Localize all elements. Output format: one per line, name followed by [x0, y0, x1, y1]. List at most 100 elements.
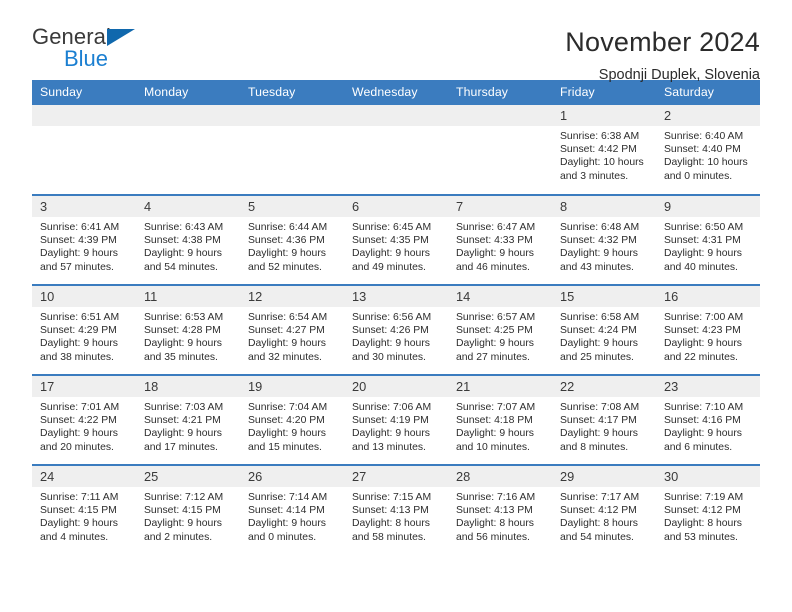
day-number: 3 — [32, 196, 136, 217]
sunset-text: Sunset: 4:26 PM — [352, 325, 429, 337]
day-sun-info: Sunrise: 7:07 AM Sunset: 4:18 PM Daylight:… — [448, 397, 552, 454]
day-number: 30 — [656, 466, 760, 487]
calendar-day-cell[interactable]: 17 Sunrise: 7:01 AM Sunset: 4:22 PM Dayligh… — [32, 374, 136, 465]
day-number: 29 — [552, 466, 656, 487]
calendar-day-cell[interactable]: 9 Sunrise: 6:50 AM Sunset: 4:31 PM Daylight… — [656, 194, 760, 285]
sunset-text: Sunset: 4:32 PM — [560, 235, 637, 247]
daylight-text: Daylight: 9 hours and 49 minutes. — [352, 248, 430, 273]
sunrise-text: Sunrise: 6:56 AM — [352, 312, 432, 323]
calendar-day-cell[interactable]: 22 Sunrise: 7:08 AM Sunset: 4:17 PM Dayligh… — [552, 374, 656, 465]
day-sun-info: Sunrise: 7:08 AM Sunset: 4:17 PM Daylight:… — [552, 397, 656, 454]
daylight-text: Daylight: 8 hours and 58 minutes. — [352, 518, 430, 543]
sunset-text: Sunset: 4:42 PM — [560, 144, 637, 156]
day-number — [448, 105, 552, 126]
day-number: 23 — [656, 376, 760, 397]
sunset-text: Sunset: 4:16 PM — [664, 415, 741, 427]
calendar-day-cell[interactable]: 7 Sunrise: 6:47 AM Sunset: 4:33 PM Daylight… — [448, 194, 552, 285]
day-sun-info: Sunrise: 7:17 AM Sunset: 4:12 PM Daylight:… — [552, 487, 656, 544]
day-sun-info: Sunrise: 7:12 AM Sunset: 4:15 PM Daylight:… — [136, 487, 240, 544]
weekday-header-monday: Monday — [136, 80, 240, 105]
day-number: 10 — [32, 286, 136, 307]
day-number: 22 — [552, 376, 656, 397]
sunrise-text: Sunrise: 6:43 AM — [144, 222, 224, 233]
daylight-text: Daylight: 10 hours and 3 minutes. — [560, 157, 644, 182]
calendar-day-cell-empty — [32, 105, 136, 195]
day-sun-info: Sunrise: 7:10 AM Sunset: 4:16 PM Daylight:… — [656, 397, 760, 454]
sunset-text: Sunset: 4:25 PM — [456, 325, 533, 337]
sunset-text: Sunset: 4:31 PM — [664, 235, 741, 247]
daylight-text: Daylight: 9 hours and 0 minutes. — [248, 518, 326, 543]
daylight-text: Daylight: 9 hours and 46 minutes. — [456, 248, 534, 273]
calendar-day-cell[interactable]: 11 Sunrise: 6:53 AM Sunset: 4:28 PM Dayligh… — [136, 284, 240, 375]
calendar-day-cell[interactable]: 29 Sunrise: 7:17 AM Sunset: 4:12 PM Dayligh… — [552, 464, 656, 555]
day-number: 26 — [240, 466, 344, 487]
day-sun-info: Sunrise: 7:00 AM Sunset: 4:23 PM Daylight:… — [656, 307, 760, 364]
calendar-day-cell[interactable]: 6 Sunrise: 6:45 AM Sunset: 4:35 PM Daylight… — [344, 194, 448, 285]
calendar-day-cell[interactable]: 23 Sunrise: 7:10 AM Sunset: 4:16 PM Dayligh… — [656, 374, 760, 465]
calendar-day-cell[interactable]: 15 Sunrise: 6:58 AM Sunset: 4:24 PM Dayligh… — [552, 284, 656, 375]
daylight-text: Daylight: 9 hours and 25 minutes. — [560, 338, 638, 363]
sunrise-text: Sunrise: 7:10 AM — [664, 402, 744, 413]
day-number: 7 — [448, 196, 552, 217]
day-sun-info: Sunrise: 7:03 AM Sunset: 4:21 PM Daylight:… — [136, 397, 240, 454]
calendar-day-cell[interactable]: 14 Sunrise: 6:57 AM Sunset: 4:25 PM Dayligh… — [448, 284, 552, 375]
sunrise-text: Sunrise: 6:47 AM — [456, 222, 536, 233]
day-number: 25 — [136, 466, 240, 487]
day-sun-info: Sunrise: 7:06 AM Sunset: 4:19 PM Daylight:… — [344, 397, 448, 454]
day-number: 18 — [136, 376, 240, 397]
day-sun-info: Sunrise: 7:01 AM Sunset: 4:22 PM Daylight:… — [32, 397, 136, 454]
daylight-text: Daylight: 9 hours and 35 minutes. — [144, 338, 222, 363]
calendar-day-cell[interactable]: 16 Sunrise: 7:00 AM Sunset: 4:23 PM Dayligh… — [656, 284, 760, 375]
day-sun-info: Sunrise: 6:54 AM Sunset: 4:27 PM Daylight:… — [240, 307, 344, 364]
sunset-text: Sunset: 4:12 PM — [664, 505, 741, 517]
calendar-day-cell[interactable]: 21 Sunrise: 7:07 AM Sunset: 4:18 PM Dayligh… — [448, 374, 552, 465]
calendar-day-cell[interactable]: 27 Sunrise: 7:15 AM Sunset: 4:13 PM Dayligh… — [344, 464, 448, 555]
calendar-day-cell[interactable]: 24 Sunrise: 7:11 AM Sunset: 4:15 PM Dayligh… — [32, 464, 136, 555]
sunset-text: Sunset: 4:38 PM — [144, 235, 221, 247]
calendar-day-cell[interactable]: 1 Sunrise: 6:38 AM Sunset: 4:42 PM Daylight… — [552, 105, 656, 195]
daylight-text: Daylight: 9 hours and 52 minutes. — [248, 248, 326, 273]
sunrise-text: Sunrise: 7:15 AM — [352, 492, 432, 503]
day-sun-info: Sunrise: 6:57 AM Sunset: 4:25 PM Daylight:… — [448, 307, 552, 364]
daylight-text: Daylight: 10 hours and 0 minutes. — [664, 157, 748, 182]
daylight-text: Daylight: 8 hours and 56 minutes. — [456, 518, 534, 543]
calendar-day-cell[interactable]: 28 Sunrise: 7:16 AM Sunset: 4:13 PM Dayligh… — [448, 464, 552, 555]
page-header: General Blue November 2024 Spodnji Duple… — [32, 0, 760, 83]
day-sun-info: Sunrise: 6:56 AM Sunset: 4:26 PM Daylight:… — [344, 307, 448, 364]
calendar-day-cell[interactable]: 8 Sunrise: 6:48 AM Sunset: 4:32 PM Daylight… — [552, 194, 656, 285]
day-number — [136, 105, 240, 126]
day-sun-info: Sunrise: 6:50 AM Sunset: 4:31 PM Daylight:… — [656, 217, 760, 274]
sunrise-text: Sunrise: 6:57 AM — [456, 312, 536, 323]
calendar-day-cell[interactable]: 18 Sunrise: 7:03 AM Sunset: 4:21 PM Dayligh… — [136, 374, 240, 465]
day-number: 13 — [344, 286, 448, 307]
day-number: 2 — [656, 105, 760, 126]
calendar-day-cell[interactable]: 20 Sunrise: 7:06 AM Sunset: 4:19 PM Dayligh… — [344, 374, 448, 465]
day-sun-info: Sunrise: 6:44 AM Sunset: 4:36 PM Daylight:… — [240, 217, 344, 274]
day-sun-info: Sunrise: 7:14 AM Sunset: 4:14 PM Daylight:… — [240, 487, 344, 544]
calendar-day-cell[interactable]: 13 Sunrise: 6:56 AM Sunset: 4:26 PM Dayligh… — [344, 284, 448, 375]
calendar-day-cell[interactable]: 19 Sunrise: 7:04 AM Sunset: 4:20 PM Dayligh… — [240, 374, 344, 465]
day-number: 16 — [656, 286, 760, 307]
sunrise-text: Sunrise: 7:16 AM — [456, 492, 536, 503]
sunrise-sunset-calendar: Sunday Monday Tuesday Wednesday Thursday Frid… — [32, 80, 760, 555]
sunset-text: Sunset: 4:14 PM — [248, 505, 325, 517]
calendar-day-cell[interactable]: 3 Sunrise: 6:41 AM Sunset: 4:39 PM Daylight… — [32, 194, 136, 285]
day-number: 4 — [136, 196, 240, 217]
daylight-text: Daylight: 9 hours and 43 minutes. — [560, 248, 638, 273]
calendar-day-cell[interactable]: 26 Sunrise: 7:14 AM Sunset: 4:14 PM Dayligh… — [240, 464, 344, 555]
calendar-day-cell[interactable]: 12 Sunrise: 6:54 AM Sunset: 4:27 PM Dayligh… — [240, 284, 344, 375]
calendar-day-cell[interactable]: 10 Sunrise: 6:51 AM Sunset: 4:29 PM Dayligh… — [32, 284, 136, 375]
calendar-week-row: 3 Sunrise: 6:41 AM Sunset: 4:39 PM Daylight… — [32, 194, 760, 285]
calendar-day-cell[interactable]: 4 Sunrise: 6:43 AM Sunset: 4:38 PM Daylight… — [136, 194, 240, 285]
page-subtitle: Spodnji Duplek, Slovenia — [598, 66, 760, 83]
calendar-day-cell-empty — [448, 105, 552, 195]
sunrise-text: Sunrise: 6:50 AM — [664, 222, 744, 233]
calendar-day-cell[interactable]: 30 Sunrise: 7:19 AM Sunset: 4:12 PM Dayligh… — [656, 464, 760, 555]
daylight-text: Daylight: 9 hours and 54 minutes. — [144, 248, 222, 273]
sunset-text: Sunset: 4:39 PM — [40, 235, 117, 247]
calendar-day-cell[interactable]: 2 Sunrise: 6:40 AM Sunset: 4:40 PM Daylight… — [656, 105, 760, 195]
calendar-day-cell[interactable]: 5 Sunrise: 6:44 AM Sunset: 4:36 PM Daylight… — [240, 194, 344, 285]
day-sun-info: Sunrise: 7:04 AM Sunset: 4:20 PM Daylight:… — [240, 397, 344, 454]
weekday-header-thursday: Thursday — [448, 80, 552, 105]
calendar-day-cell[interactable]: 25 Sunrise: 7:12 AM Sunset: 4:15 PM Dayligh… — [136, 464, 240, 555]
